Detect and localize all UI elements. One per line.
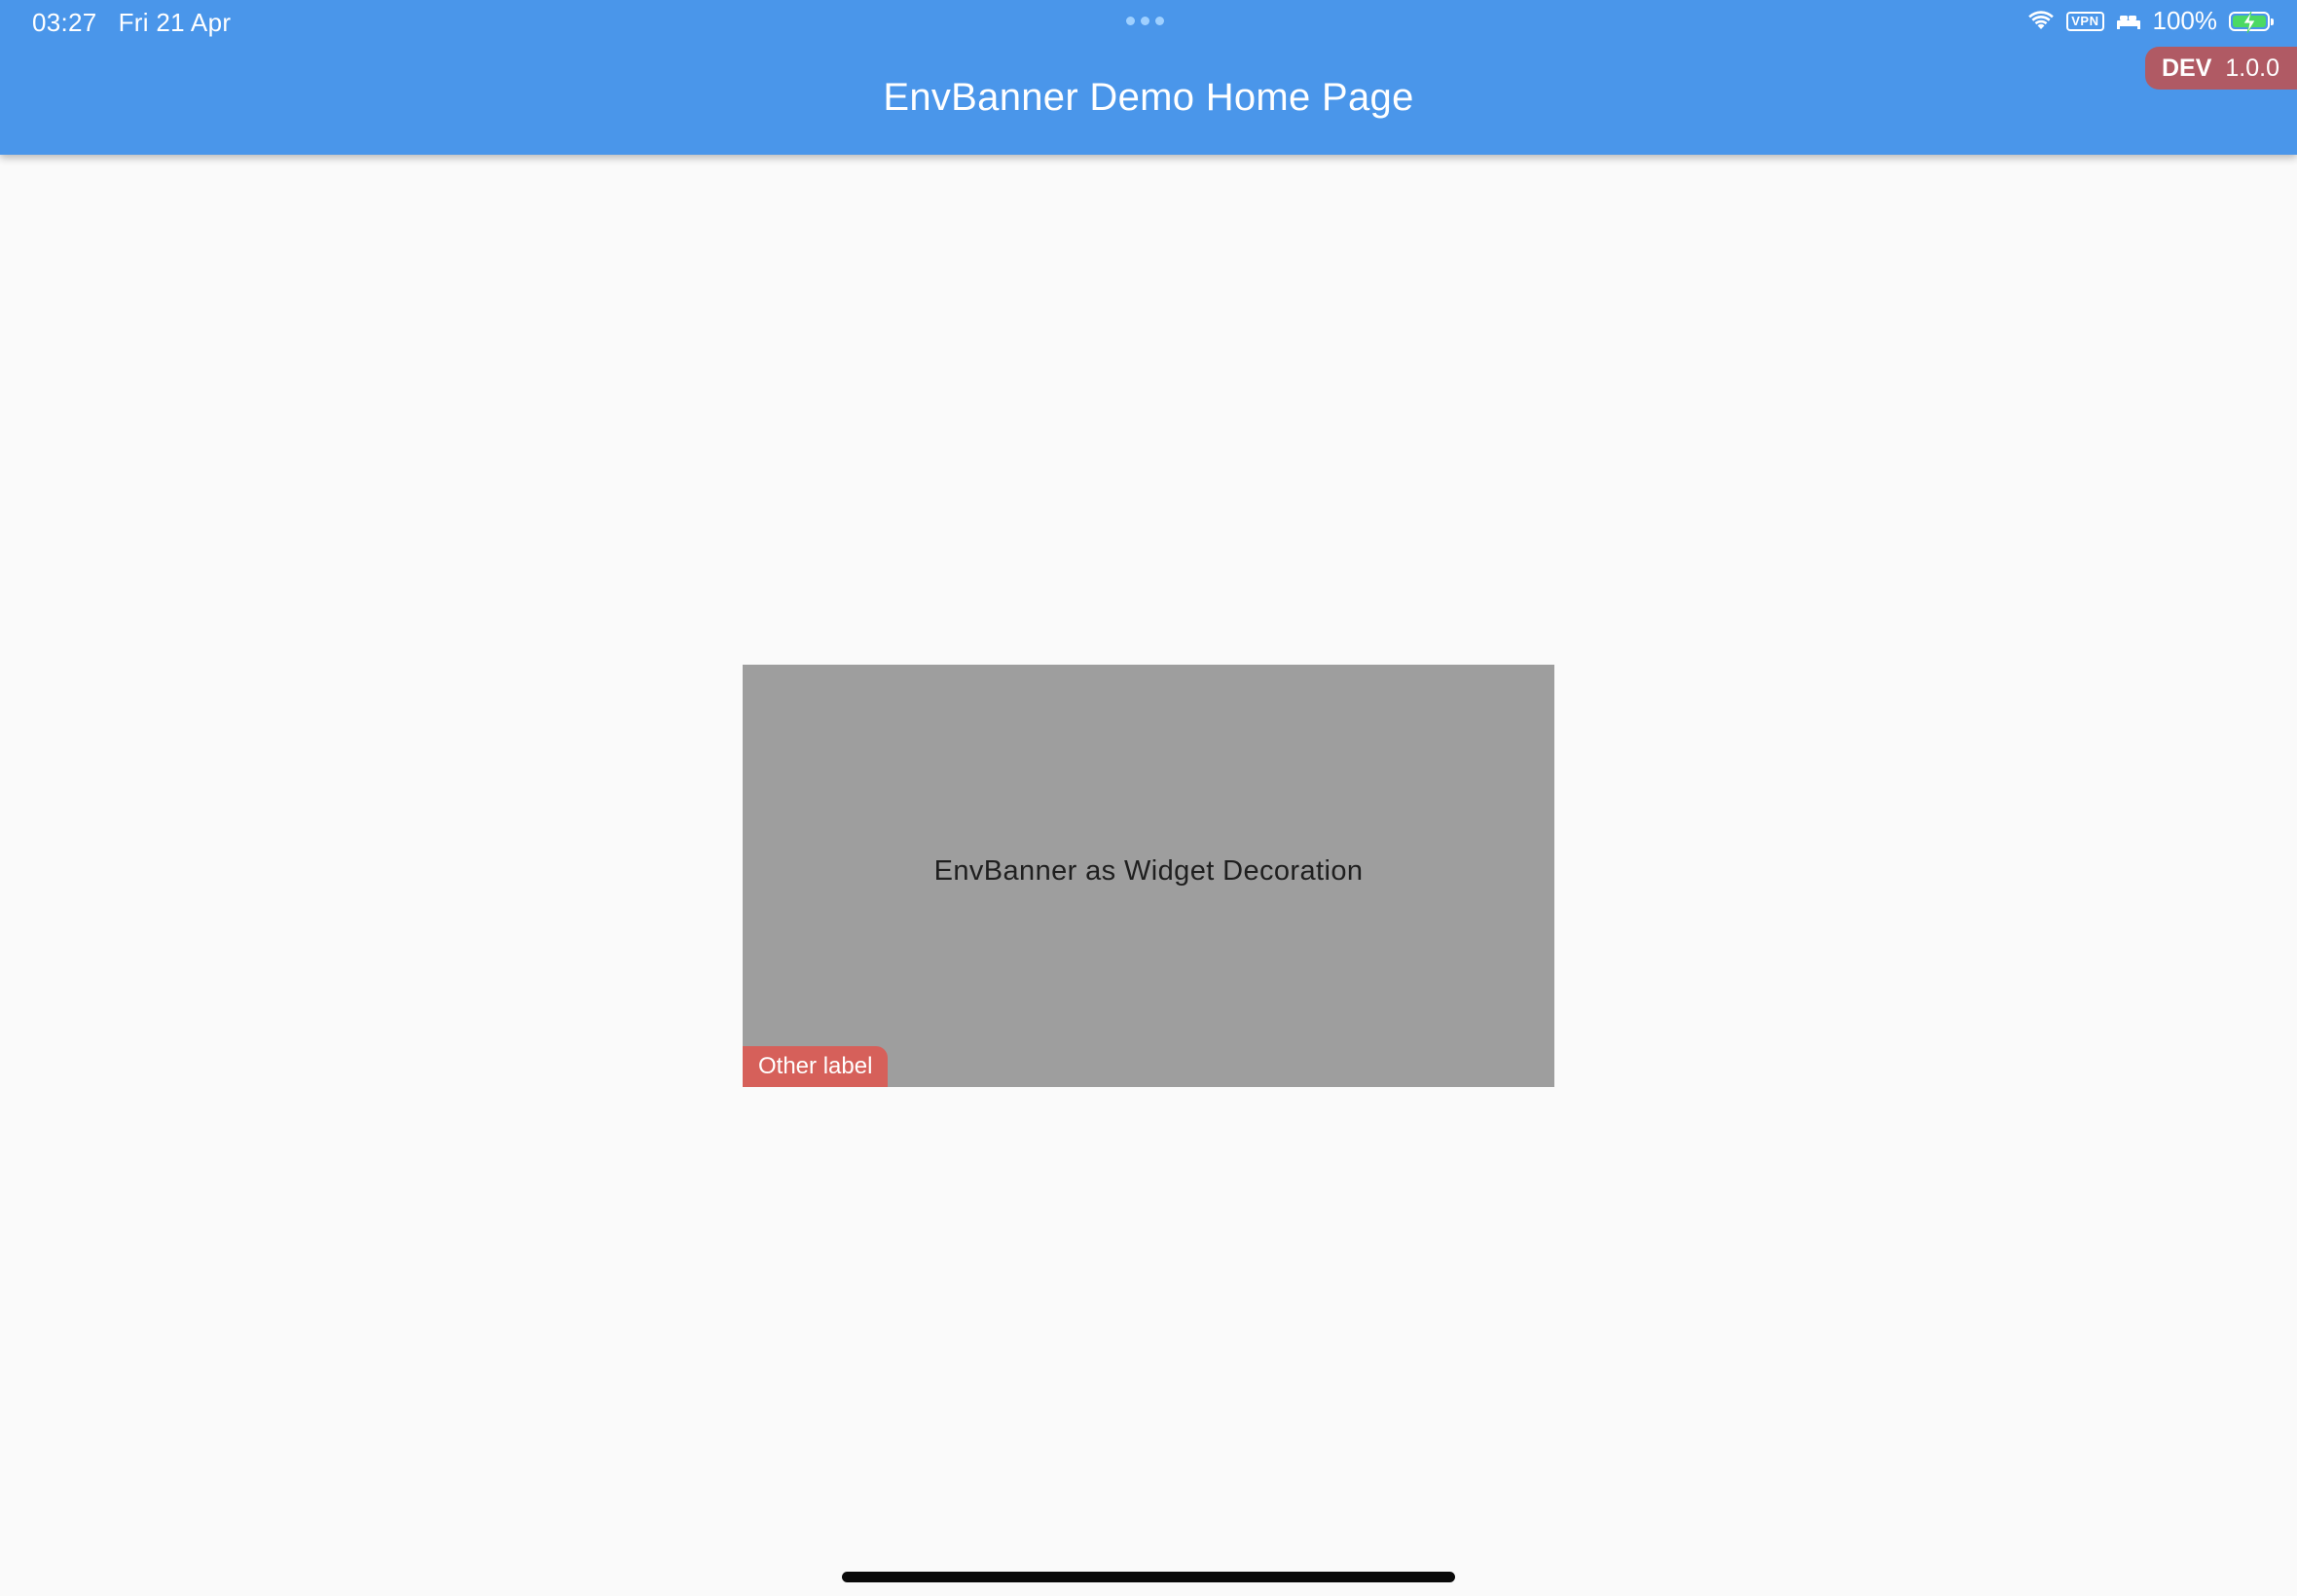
- status-time: 03:27: [32, 8, 97, 37]
- bed-icon: [2116, 15, 2140, 29]
- app-bar: 03:27 Fri 21 Apr VPN 100% EnvBanner Demo…: [0, 0, 2297, 155]
- battery-percentage: 100%: [2152, 6, 2218, 35]
- screen: 03:27 Fri 21 Apr VPN 100% EnvBanner Demo…: [0, 0, 2297, 1596]
- battery-icon: [2229, 11, 2274, 33]
- multitasking-dots-icon[interactable]: [1126, 17, 1164, 25]
- charging-bolt-icon: [2242, 11, 2256, 33]
- env-banner-environment: DEV: [2161, 54, 2212, 82]
- decorated-widget-text: EnvBanner as Widget Decoration: [933, 855, 1364, 887]
- page-title: EnvBanner Demo Home Page: [883, 76, 1414, 119]
- decorated-widget: EnvBanner as Widget Decoration Other lab…: [743, 665, 1554, 1087]
- home-indicator[interactable]: [842, 1572, 1455, 1582]
- vpn-icon: VPN: [2066, 11, 2104, 31]
- wifi-icon: [2028, 10, 2055, 29]
- env-banner-decoration-label: Other label: [743, 1046, 889, 1087]
- env-banner-version: 1.0.0: [2225, 54, 2279, 82]
- env-banner: DEV 1.0.0: [2144, 47, 2297, 90]
- status-bar-left: 03:27 Fri 21 Apr: [32, 8, 231, 38]
- status-date: Fri 21 Apr: [118, 8, 232, 37]
- status-bar-right: VPN 100%: [2027, 6, 2274, 36]
